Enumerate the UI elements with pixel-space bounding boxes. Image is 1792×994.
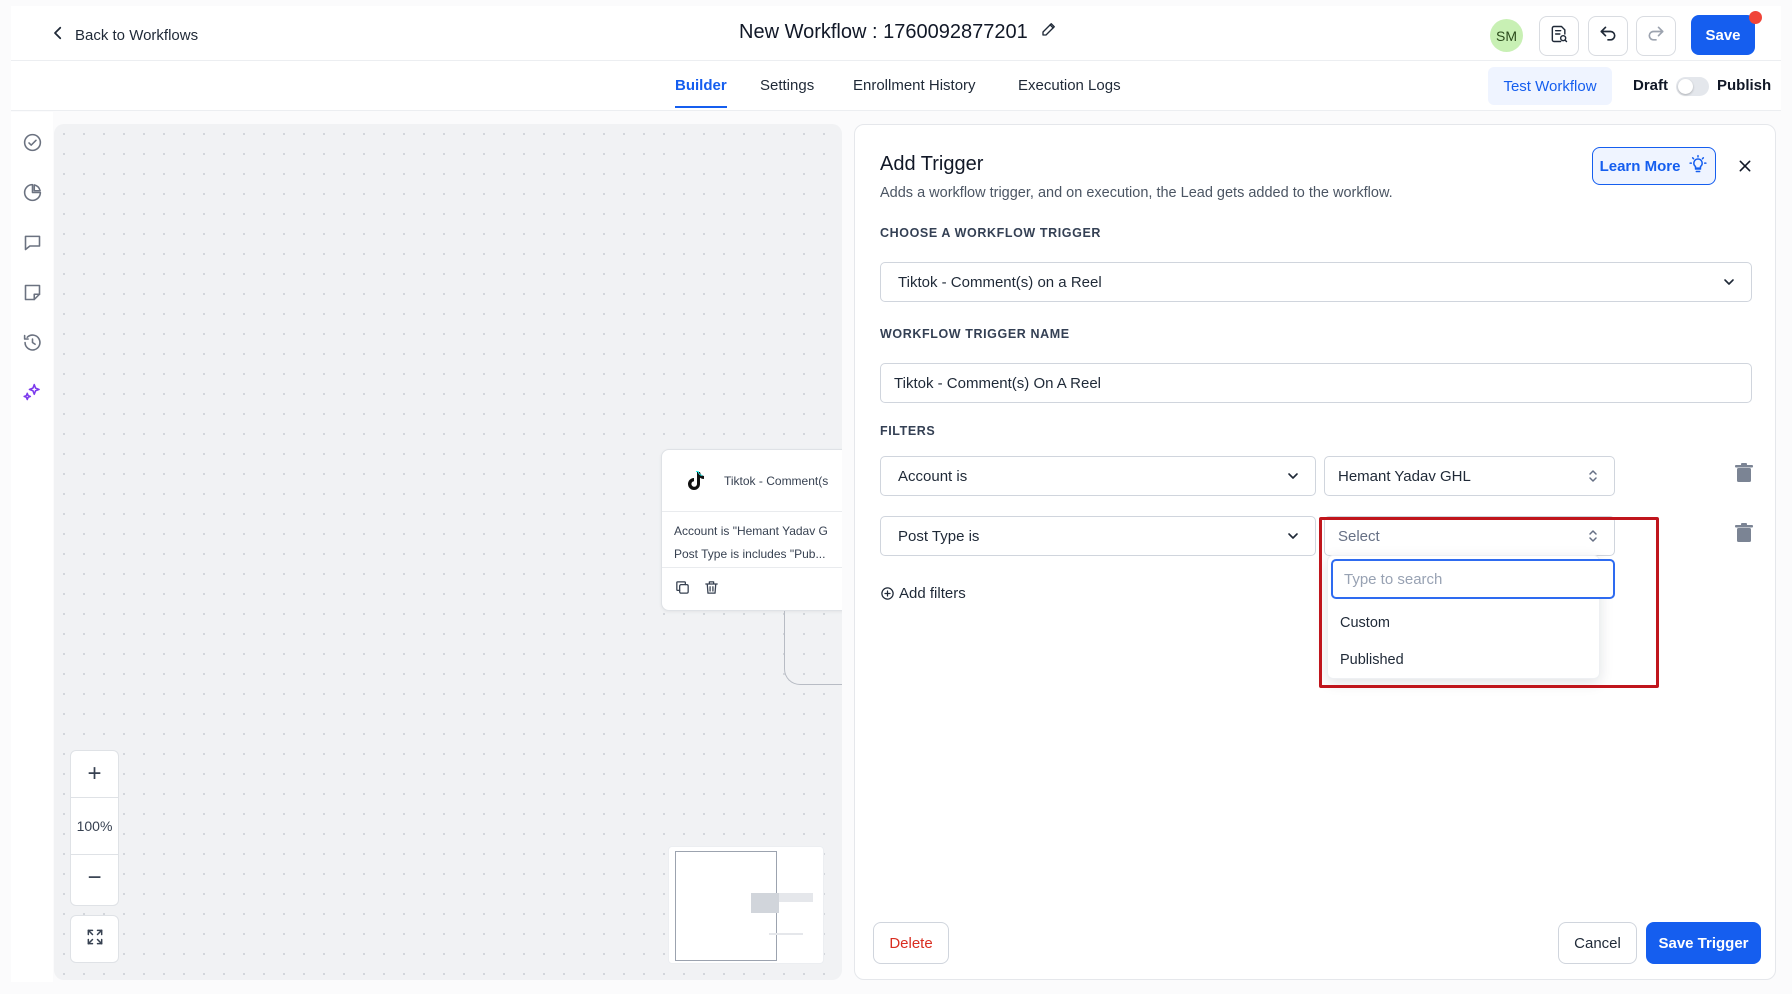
close-icon[interactable] (1734, 155, 1756, 177)
redo-icon (1646, 24, 1666, 49)
tab-execution-logs[interactable]: Execution Logs (1018, 77, 1121, 106)
publish-toggle[interactable] (1676, 77, 1709, 96)
sort-arrows-icon (1589, 530, 1597, 542)
draft-label: Draft (1633, 77, 1669, 94)
minimap-node (779, 893, 813, 902)
trigger-node-filter-1: Account is "Hemant Yadav G (674, 524, 828, 538)
sparkle-icon[interactable] (20, 380, 44, 404)
minimap-line (769, 933, 803, 935)
filter-field-select-1[interactable]: Account is (880, 456, 1316, 496)
toggle-knob (1678, 79, 1693, 94)
filters-label: FILTERS (880, 424, 936, 438)
trigger-node[interactable]: Tiktok - Comment(s Account is "Hemant Ya… (661, 449, 842, 611)
add-filters-label: Add filters (899, 585, 966, 602)
panel-title: Add Trigger (880, 153, 984, 175)
tab-enrollment-history[interactable]: Enrollment History (853, 77, 976, 106)
minimap[interactable] (668, 846, 824, 964)
plus-circle-icon (881, 587, 894, 600)
pie-chart-icon[interactable] (20, 180, 44, 204)
left-rail (11, 112, 53, 982)
filter-field-value: Post Type is (898, 527, 980, 545)
dropdown-option-custom[interactable]: Custom (1340, 615, 1390, 631)
add-trigger-panel: Add Trigger Adds a workflow trigger, and… (854, 124, 1776, 980)
zoom-level: 100% (71, 797, 118, 855)
filter-field-select-2[interactable]: Post Type is (880, 516, 1316, 556)
minimap-node (751, 893, 779, 913)
undo-button[interactable] (1588, 16, 1628, 56)
zoom-controls: + 100% − (70, 750, 119, 906)
trigger-select-value: Tiktok - Comment(s) on a Reel (898, 273, 1102, 291)
trigger-name-label: WORKFLOW TRIGGER NAME (880, 327, 1070, 341)
trash-icon[interactable] (703, 579, 720, 601)
note-icon[interactable] (20, 280, 44, 304)
tab-settings[interactable]: Settings (760, 77, 814, 106)
back-label: Back to Workflows (75, 26, 199, 44)
choose-trigger-label: CHOOSE A WORKFLOW TRIGGER (880, 226, 1102, 240)
trigger-node-title: Tiktok - Comment(s (724, 473, 829, 488)
zoom-in-button[interactable]: + (71, 751, 118, 797)
back-to-workflows-link[interactable]: Back to Workflows (49, 24, 198, 46)
copy-icon[interactable] (674, 579, 691, 601)
lightbulb-icon (1688, 154, 1708, 178)
delete-button[interactable]: Delete (873, 922, 949, 964)
trigger-node-filter-2: Post Type is includes "Pub... (674, 547, 826, 561)
trigger-name-value: Tiktok - Comment(s) On A Reel (894, 374, 1101, 392)
workflow-canvas[interactable]: Tiktok - Comment(s Account is "Hemant Ya… (54, 124, 842, 980)
tiktok-icon (684, 469, 708, 493)
post-type-dropdown: Custom Published (1327, 555, 1615, 679)
trigger-select[interactable]: Tiktok - Comment(s) on a Reel (880, 262, 1752, 302)
trigger-node-body: Account is "Hemant Yadav G Post Type is … (662, 512, 842, 568)
fit-view-button[interactable] (70, 915, 119, 963)
save-trigger-button[interactable]: Save Trigger (1646, 922, 1761, 964)
test-workflow-button[interactable]: Test Workflow (1488, 67, 1612, 105)
history-icon[interactable] (20, 330, 44, 354)
redo-button[interactable] (1636, 16, 1676, 56)
trigger-node-actions (662, 568, 842, 612)
zoom-out-button[interactable]: − (71, 855, 118, 901)
expand-icon (85, 927, 105, 952)
workflow-title: New Workflow : 1760092877201 (739, 20, 1058, 44)
save-button[interactable]: Save (1691, 15, 1755, 55)
chevron-down-icon (1288, 473, 1298, 479)
sort-arrows-icon (1589, 470, 1597, 482)
tabs-bar: Builder Settings Enrollment History Exec… (11, 61, 1781, 111)
cancel-button[interactable]: Cancel (1558, 922, 1637, 964)
chevron-left-icon (49, 24, 67, 46)
trigger-node-header: Tiktok - Comment(s (662, 450, 842, 512)
trigger-name-input[interactable]: Tiktok - Comment(s) On A Reel (880, 363, 1752, 403)
trash-icon[interactable] (1735, 523, 1753, 543)
chevron-down-icon (1724, 279, 1734, 285)
add-filters-button[interactable]: Add filters (880, 585, 966, 602)
comment-icon[interactable] (20, 230, 44, 254)
workflow-title-text: New Workflow : 1760092877201 (739, 20, 1028, 43)
learn-more-button[interactable]: Learn More (1592, 147, 1716, 185)
avatar[interactable]: SM (1490, 19, 1523, 52)
top-bar: Back to Workflows New Workflow : 1760092… (11, 6, 1781, 61)
app-frame: Back to Workflows New Workflow : 1760092… (0, 0, 1792, 994)
check-circle-icon[interactable] (20, 130, 44, 154)
chevron-down-icon (1288, 533, 1298, 539)
tab-builder[interactable]: Builder (675, 77, 727, 108)
dropdown-search-input[interactable] (1331, 559, 1615, 599)
learn-more-label: Learn More (1599, 157, 1681, 175)
pencil-icon[interactable] (1040, 20, 1058, 44)
publish-label: Publish (1717, 77, 1772, 94)
undo-icon (1598, 24, 1618, 49)
filter-value-placeholder: Select (1338, 527, 1380, 545)
notification-dot (1749, 11, 1762, 24)
filter-value-select-2[interactable]: Select (1324, 516, 1615, 556)
dropdown-option-published[interactable]: Published (1340, 652, 1404, 668)
filter-value: Hemant Yadav GHL (1338, 467, 1471, 485)
document-search-icon (1549, 24, 1569, 49)
workflow-history-button[interactable] (1539, 16, 1579, 56)
filter-value-select-1[interactable]: Hemant Yadav GHL (1324, 456, 1615, 496)
filter-field-value: Account is (898, 467, 968, 485)
trash-icon[interactable] (1735, 463, 1753, 483)
node-connector (784, 611, 842, 685)
panel-subtitle: Adds a workflow trigger, and on executio… (880, 185, 1393, 201)
